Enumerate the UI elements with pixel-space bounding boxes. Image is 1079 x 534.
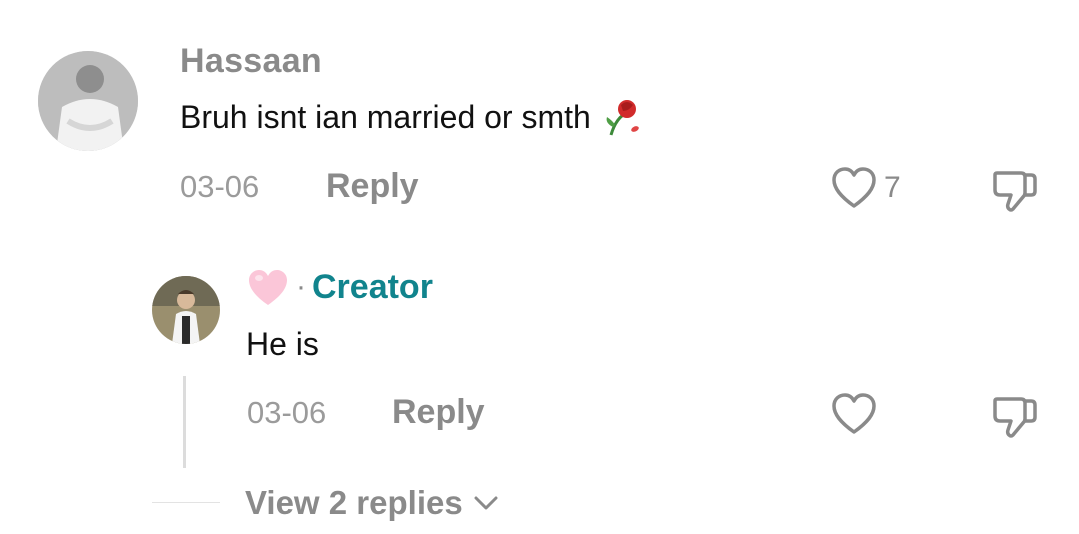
chevron-down-icon xyxy=(463,495,499,511)
view-replies-button[interactable]: View 2 replies xyxy=(245,484,499,522)
thumbs-down-icon xyxy=(991,393,1041,439)
thread-line xyxy=(183,376,186,468)
reply-reply-button[interactable]: Reply xyxy=(392,393,485,432)
comment-text: Bruh isnt ian married or smth xyxy=(180,98,591,135)
like-count: 7 xyxy=(884,171,901,204)
creator-badge: Creator xyxy=(312,267,433,306)
reply-like-button[interactable] xyxy=(830,392,878,436)
reply-text: He is xyxy=(246,326,319,362)
comment-body: Bruh isnt ian married or smth xyxy=(180,97,643,137)
replies-divider xyxy=(152,502,220,503)
commenter-username[interactable]: Hassaan xyxy=(180,42,322,81)
view-replies-label: View 2 replies xyxy=(245,484,463,521)
creator-avatar[interactable] xyxy=(152,276,220,344)
dislike-button[interactable] xyxy=(991,167,1041,218)
heart-outline-icon xyxy=(830,392,878,436)
comment-date: 03-06 xyxy=(180,169,260,204)
commenter-avatar[interactable] xyxy=(38,51,138,151)
thumbs-down-icon xyxy=(991,167,1041,213)
creator-name-row: · Creator xyxy=(246,267,433,307)
heart-outline-icon xyxy=(830,166,878,210)
reply-button[interactable]: Reply xyxy=(326,167,419,206)
reply-date: 03-06 xyxy=(247,395,327,430)
comment-thread: Hassaan Bruh isnt ian married or smth 03… xyxy=(0,0,1079,534)
like-button[interactable]: 7 xyxy=(830,166,901,210)
pink-heart-icon xyxy=(246,267,290,307)
reply-dislike-button[interactable] xyxy=(991,393,1041,444)
wilted-rose-icon xyxy=(601,97,643,137)
name-separator: · xyxy=(296,270,306,303)
reply-body: He is xyxy=(246,326,319,363)
